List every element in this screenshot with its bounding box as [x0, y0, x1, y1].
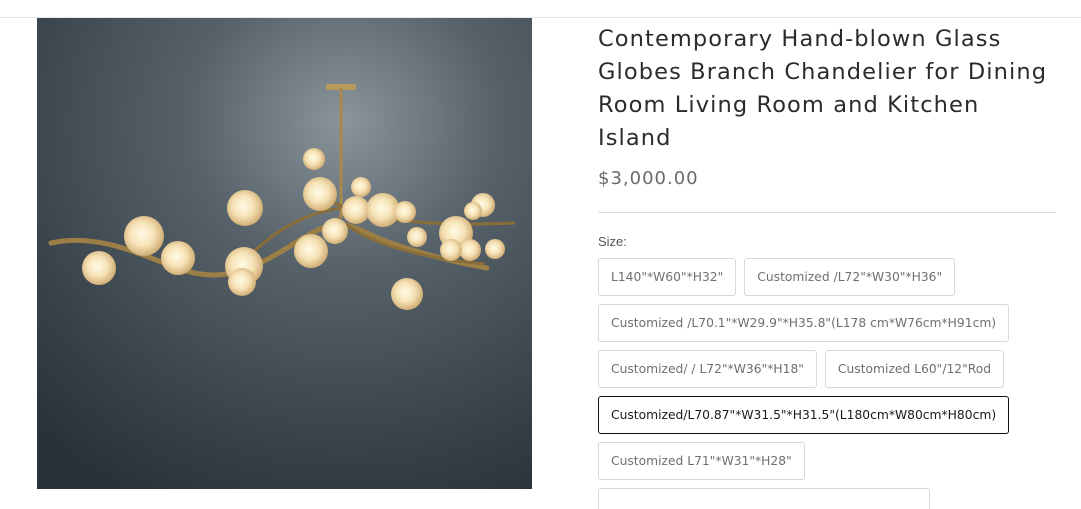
size-option-7[interactable]: Customized L71"*W31"*H28": [598, 442, 805, 480]
size-option-1[interactable]: L140"*W60"*H32": [598, 258, 737, 296]
size-options: L140"*W60"*H32" Customized /L72"*W30"*H3…: [598, 258, 1018, 509]
size-option-label: Size:: [598, 234, 627, 249]
size-option-8-partial[interactable]: [598, 488, 930, 509]
price-divider: [598, 212, 1056, 213]
size-option-3[interactable]: Customized /L70.1"*W29.9"*H35.8"(L178 cm…: [598, 304, 1010, 342]
product-image[interactable]: [37, 18, 532, 489]
product-price: $3,000.00: [598, 168, 699, 189]
size-option-2[interactable]: Customized /L72"*W30"*H36": [744, 258, 956, 296]
size-option-4[interactable]: Customized/ / L72"*W36"*H18": [598, 350, 817, 388]
product-info: Contemporary Hand-blown Glass Globes Bra…: [598, 18, 1058, 509]
product-title: Contemporary Hand-blown Glass Globes Bra…: [598, 26, 1048, 151]
chandelier-photo: [37, 18, 532, 489]
size-option-5[interactable]: Customized L60"/12"Rod: [824, 350, 1005, 388]
size-option-6-selected[interactable]: Customized/L70.87"*W31.5"*H31.5"(L180cm*…: [598, 396, 1010, 434]
